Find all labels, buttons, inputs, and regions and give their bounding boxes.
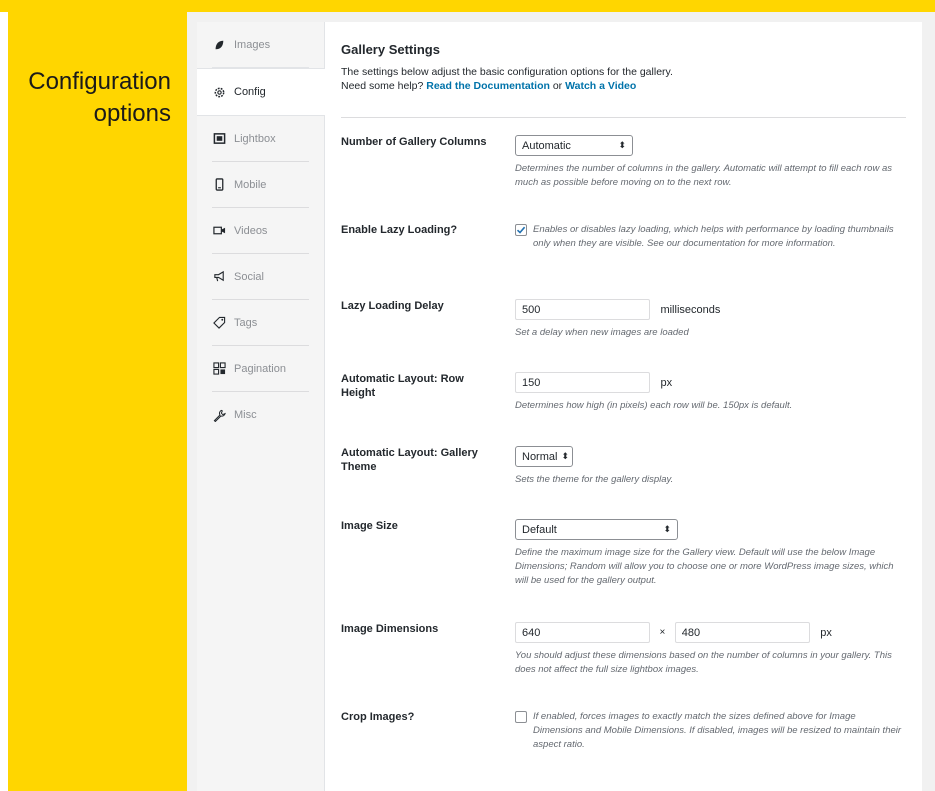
setting-label: Crop Images?: [341, 711, 415, 723]
columns-select[interactable]: Automatic ⬍: [515, 135, 633, 156]
documentation-link[interactable]: Read the Documentation: [426, 80, 550, 92]
tab-label: Mobile: [234, 178, 267, 191]
setting-field: Enables or disables lazy loading, which …: [515, 223, 906, 251]
watch-video-link[interactable]: Watch a Video: [565, 80, 636, 92]
caption-text: Configuration options: [28, 66, 171, 130]
tab-label: Social: [234, 270, 264, 283]
description-line: The settings below adjust the basic conf…: [341, 66, 673, 78]
page-title: Gallery Settings: [341, 42, 440, 57]
image-height-input[interactable]: [674, 622, 810, 643]
caption-line-2: options: [93, 100, 171, 127]
unit-label: px: [820, 626, 832, 639]
mobile-icon: [212, 178, 226, 192]
crop-check-row: If enabled, forces images to exactly mat…: [515, 710, 906, 752]
select-arrows-icon: ⬍: [561, 451, 569, 461]
help-line: Need some help? Read the Documentation o…: [341, 79, 673, 93]
lazy-delay-input[interactable]: [515, 299, 650, 320]
pagination-icon: [212, 362, 226, 376]
times-sign: ×: [659, 627, 666, 638]
tab-pagination[interactable]: Pagination: [212, 346, 309, 392]
help-text: Define the maximum image size for the Ga…: [515, 547, 894, 586]
gear-icon: [212, 85, 226, 99]
setting-field: Normal ⬍ Sets the theme for the gallery …: [515, 446, 906, 487]
setting-label: Lazy Loading Delay: [341, 300, 444, 312]
lazy-loading-checkbox[interactable]: [515, 224, 527, 236]
tab-mobile[interactable]: Mobile: [212, 162, 309, 208]
tab-images[interactable]: Images: [212, 22, 309, 68]
select-value: Default: [522, 523, 557, 536]
setting-label: Image Size: [341, 520, 398, 532]
tab-videos[interactable]: Videos: [212, 208, 309, 254]
setting-label: Enable Lazy Loading?: [341, 224, 458, 236]
megaphone-icon: [212, 270, 226, 284]
tab-label: Lightbox: [234, 132, 276, 145]
select-value: Normal: [522, 450, 558, 463]
tab-config[interactable]: Config: [197, 68, 325, 116]
help-text: Determines how high (in pixels) each row…: [515, 400, 793, 411]
setting-field: Default ⬍ Define the maximum image size …: [515, 519, 906, 588]
tab-label: Misc: [234, 409, 257, 421]
setting-field: × px You should adjust these dimensions …: [515, 622, 906, 677]
help-text: Enables or disables lazy loading, which …: [533, 224, 894, 249]
image-size-select[interactable]: Default ⬍: [515, 519, 678, 540]
tab-social[interactable]: Social: [212, 254, 309, 300]
tab-label: Config: [234, 86, 266, 98]
select-arrows-icon: ⬍: [663, 524, 671, 534]
setting-field: milliseconds Set a delay when new images…: [515, 299, 906, 340]
help-text: You should adjust these dimensions based…: [515, 650, 892, 675]
setting-field: px Determines how high (in pixels) each …: [515, 372, 906, 413]
settings-sidebar: Images Config Lightbox Mobile Videos Soc…: [197, 22, 325, 791]
setting-label: Automatic Layout: Gallery Theme: [341, 447, 478, 473]
help-text: Sets the theme for the gallery display.: [515, 474, 674, 485]
video-icon: [212, 224, 226, 238]
row-height-input[interactable]: [515, 372, 650, 393]
tab-label: Videos: [234, 224, 268, 237]
tab-tags[interactable]: Tags: [212, 300, 309, 346]
select-value: Automatic: [522, 139, 571, 152]
checkmark-icon: [516, 226, 526, 234]
settings-panel: Gallery Settings The settings below adju…: [325, 22, 922, 791]
setting-label: Image Dimensions: [341, 623, 439, 635]
tab-lightbox[interactable]: Lightbox: [212, 116, 309, 162]
tab-label: Pagination: [234, 362, 286, 375]
tab-misc[interactable]: Misc: [212, 392, 309, 438]
lightbox-icon: [212, 132, 226, 146]
crop-images-checkbox[interactable]: [515, 711, 527, 723]
theme-select[interactable]: Normal ⬍: [515, 446, 573, 467]
help-text: Determines the number of columns in the …: [515, 163, 892, 188]
divider: [341, 117, 906, 118]
tab-label: Tags: [234, 316, 258, 329]
setting-field: Automatic ⬍ Determines the number of col…: [515, 135, 906, 190]
help-text: Set a delay when new images are loaded: [515, 327, 689, 338]
settings-description: The settings below adjust the basic conf…: [341, 65, 673, 93]
setting-field: If enabled, forces images to exactly mat…: [515, 710, 906, 752]
setting-label: Automatic Layout: Row Height: [341, 373, 464, 399]
lazy-loading-check-row: Enables or disables lazy loading, which …: [515, 223, 906, 251]
image-width-input[interactable]: [515, 622, 650, 643]
help-prefix: Need some help?: [341, 80, 424, 92]
caption-line-1: Configuration: [28, 68, 171, 95]
tag-icon: [212, 316, 226, 330]
select-arrows-icon: ⬍: [618, 140, 626, 150]
tab-label: Images: [234, 38, 271, 51]
caption-panel: Configuration options: [8, 12, 187, 791]
leaf-icon: [212, 38, 226, 52]
setting-label: Number of Gallery Columns: [341, 136, 487, 148]
or-text: or: [552, 80, 563, 92]
unit-label: px: [660, 376, 673, 389]
help-text: If enabled, forces images to exactly mat…: [533, 711, 902, 750]
top-yellow-band: [0, 0, 935, 12]
wrench-icon: [212, 408, 226, 422]
unit-label: milliseconds: [660, 303, 721, 316]
